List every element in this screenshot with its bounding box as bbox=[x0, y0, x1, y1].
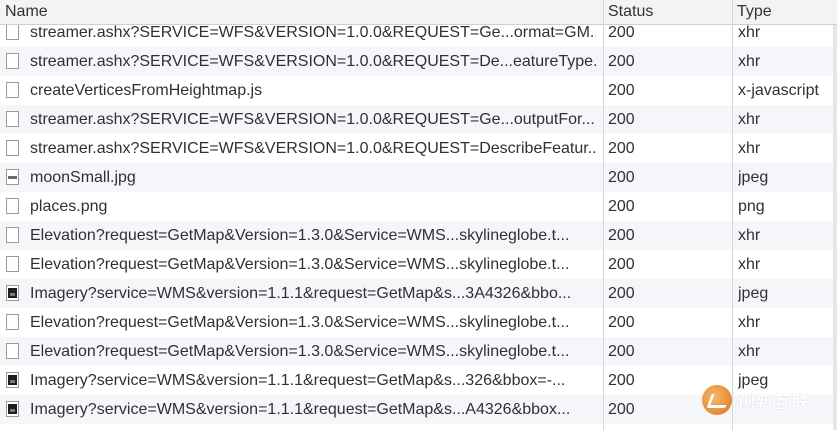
request-type: xhr bbox=[738, 53, 761, 70]
column-header-name[interactable]: Name bbox=[0, 0, 603, 24]
column-divider[interactable] bbox=[732, 0, 733, 430]
request-status: 200 bbox=[608, 343, 635, 360]
request-name[interactable]: moonSmall.jpg bbox=[30, 163, 596, 192]
request-status: 200 bbox=[608, 314, 635, 331]
request-name[interactable]: Elevation?request=GetMap&Version=1.3.0&S… bbox=[30, 337, 596, 366]
table-row[interactable]: places.png 200 png bbox=[0, 192, 837, 221]
scrollbar[interactable] bbox=[833, 25, 837, 430]
request-status: 200 bbox=[608, 256, 635, 273]
request-type: png bbox=[738, 198, 765, 215]
imagery-thumbnail-icon bbox=[6, 372, 19, 388]
file-icon bbox=[6, 53, 19, 69]
file-icon bbox=[6, 227, 19, 243]
request-name[interactable]: Imagery?service=WMS&version=1.1.1&reques… bbox=[30, 366, 596, 395]
table-row[interactable]: streamer.ashx?SERVICE=WFS&VERSION=1.0.0&… bbox=[0, 134, 837, 163]
request-name[interactable]: Elevation?request=GetMap&Version=1.3.0&S… bbox=[30, 308, 596, 337]
request-type: jpeg bbox=[738, 169, 769, 186]
file-icon bbox=[6, 82, 19, 98]
file-icon bbox=[6, 24, 19, 40]
watermark: 创新互联 bbox=[702, 384, 810, 416]
request-status: 200 bbox=[608, 111, 635, 128]
watermark-text: 创新互联 bbox=[738, 392, 810, 412]
request-type: xhr bbox=[738, 256, 761, 273]
request-list: streamer.ashx?SERVICE=WFS&VERSION=1.0.0&… bbox=[0, 18, 837, 424]
request-type: xhr bbox=[738, 343, 761, 360]
request-name[interactable]: Elevation?request=GetMap&Version=1.3.0&S… bbox=[30, 250, 596, 279]
request-type: xhr bbox=[738, 111, 761, 128]
request-type: xhr bbox=[738, 314, 761, 331]
table-row[interactable]: Elevation?request=GetMap&Version=1.3.0&S… bbox=[0, 221, 837, 250]
request-type: jpeg bbox=[738, 285, 769, 302]
request-name[interactable]: Imagery?service=WMS&version=1.1.1&reques… bbox=[30, 279, 596, 308]
table-row[interactable]: Elevation?request=GetMap&Version=1.3.0&S… bbox=[0, 308, 837, 337]
request-status: 200 bbox=[608, 198, 635, 215]
column-header-type[interactable]: Type bbox=[732, 0, 832, 24]
request-name[interactable]: Elevation?request=GetMap&Version=1.3.0&S… bbox=[30, 221, 596, 250]
table-row[interactable]: moonSmall.jpg 200 jpeg bbox=[0, 163, 837, 192]
request-status: 200 bbox=[608, 285, 635, 302]
file-icon bbox=[6, 111, 19, 127]
request-type: xhr bbox=[738, 140, 761, 157]
column-header-status[interactable]: Status bbox=[603, 0, 732, 24]
request-status: 200 bbox=[608, 140, 635, 157]
table-row[interactable]: Imagery?service=WMS&version=1.1.1&reques… bbox=[0, 279, 837, 308]
table-row[interactable]: Elevation?request=GetMap&Version=1.3.0&S… bbox=[0, 337, 837, 366]
request-status: 200 bbox=[608, 227, 635, 244]
image-thumbnail-icon bbox=[6, 169, 19, 185]
imagery-thumbnail-icon bbox=[6, 401, 19, 417]
request-name[interactable]: streamer.ashx?SERVICE=WFS&VERSION=1.0.0&… bbox=[30, 105, 596, 134]
request-name[interactable]: places.png bbox=[30, 192, 596, 221]
column-divider[interactable] bbox=[603, 0, 604, 430]
file-icon bbox=[6, 314, 19, 330]
file-icon bbox=[6, 343, 19, 359]
network-request-table: streamer.ashx?SERVICE=WFS&VERSION=1.0.0&… bbox=[0, 0, 837, 430]
request-name[interactable]: streamer.ashx?SERVICE=WFS&VERSION=1.0.0&… bbox=[30, 47, 596, 76]
file-icon bbox=[6, 256, 19, 272]
request-type: xhr bbox=[738, 227, 761, 244]
table-row[interactable]: streamer.ashx?SERVICE=WFS&VERSION=1.0.0&… bbox=[0, 105, 837, 134]
request-status: 200 bbox=[608, 82, 635, 99]
request-name[interactable]: streamer.ashx?SERVICE=WFS&VERSION=1.0.0&… bbox=[30, 134, 596, 163]
request-name[interactable]: Imagery?service=WMS&version=1.1.1&reques… bbox=[30, 395, 596, 424]
brand-logo-icon bbox=[702, 385, 732, 415]
file-icon bbox=[6, 140, 19, 156]
table-header: Name Status Type bbox=[0, 0, 837, 25]
imagery-thumbnail-icon bbox=[6, 285, 19, 301]
file-icon bbox=[6, 198, 19, 214]
request-type: x-javascript bbox=[738, 82, 819, 99]
request-status: 200 bbox=[608, 169, 635, 186]
table-row[interactable]: streamer.ashx?SERVICE=WFS&VERSION=1.0.0&… bbox=[0, 47, 837, 76]
request-name[interactable]: createVerticesFromHeightmap.js bbox=[30, 76, 596, 105]
table-row[interactable]: Elevation?request=GetMap&Version=1.3.0&S… bbox=[0, 250, 837, 279]
table-row[interactable]: createVerticesFromHeightmap.js 200 x-jav… bbox=[0, 76, 837, 105]
request-status: 200 bbox=[608, 53, 635, 70]
